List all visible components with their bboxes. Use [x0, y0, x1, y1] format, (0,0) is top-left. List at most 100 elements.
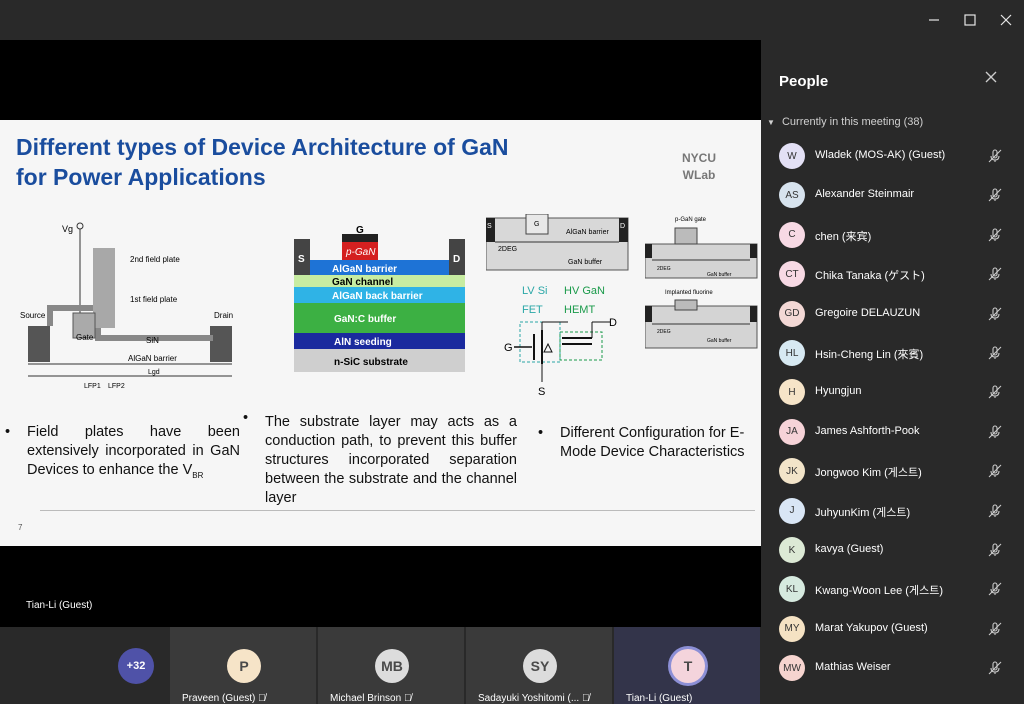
svg-text:GaN buffer: GaN buffer [707, 272, 732, 278]
shared-slide: Different types of Device Architecture o… [0, 120, 761, 546]
people-list-item[interactable]: GD Gregoire DELAUZUN [761, 296, 1024, 335]
fig3-d-label: D [620, 223, 625, 230]
fig3-buffer-label: GaN buffer [568, 259, 603, 266]
person-name: Mathias Weiser [815, 661, 891, 674]
fig4-pgan-label: p-GaN gate [675, 217, 707, 223]
mic-off-icon[interactable] [987, 306, 1003, 322]
mic-off-icon[interactable] [987, 621, 1003, 637]
person-name: Kwang-Woon Lee (게스트) [815, 585, 943, 598]
close-panel-icon[interactable] [985, 70, 997, 88]
fig3-g-label: G [534, 221, 539, 228]
brand-line1: NYCU [682, 151, 717, 165]
fig3-circuit-d: D [609, 317, 617, 329]
participant-name: Sadayuki Yoshitomi (... 🎙̸ [478, 693, 590, 704]
participant-tile[interactable]: T Tian-Li (Guest) [614, 627, 760, 704]
svg-text:2DEG: 2DEG [657, 266, 671, 272]
people-list-item[interactable]: KL Kwang-Woon Lee (게스트) [761, 571, 1024, 610]
fig3-hv-label: HV GaN [564, 285, 605, 297]
maximize-icon[interactable] [958, 8, 982, 32]
fig3-2deg-label: 2DEG [498, 246, 517, 253]
mic-off-icon[interactable] [987, 424, 1003, 440]
participant-tile[interactable]: MB Michael Brinson 🎙̸ [318, 627, 464, 704]
fig3-s-label: S [487, 223, 492, 230]
avatar: MY [779, 615, 805, 642]
mic-off-icon[interactable] [987, 266, 1003, 282]
people-list-item[interactable]: J JuhyunKim (게스트) [761, 493, 1024, 532]
fig3-circuit-s: S [538, 386, 545, 398]
avatar: KL [779, 576, 805, 603]
avatar: C [779, 221, 805, 248]
fig2-layer-0: AlGaN barrier [332, 264, 397, 275]
people-list-item[interactable]: MY Marat Yakupov (Guest) [761, 611, 1024, 650]
person-name: Gregoire DELAUZUN [815, 306, 921, 319]
fig1-sin-label: SiN [146, 336, 159, 345]
mic-off-icon[interactable] [987, 660, 1003, 676]
mic-off-icon[interactable] [987, 503, 1003, 519]
person-name: Hsin-Cheng Lin (來賓) [815, 349, 924, 361]
mic-off-icon[interactable] [987, 345, 1003, 361]
mic-off-icon[interactable] [987, 227, 1003, 243]
fig2-s-label: S [298, 254, 305, 265]
fig2-layer-1: GaN channel [332, 277, 393, 288]
people-list-item[interactable]: CT Chika Tanaka (ゲスト) [761, 256, 1024, 295]
slide-page-number: 7 [18, 523, 23, 532]
minimize-icon[interactable] [922, 8, 946, 32]
people-list-item[interactable]: JA James Ashforth-Pook [761, 414, 1024, 453]
fig3-hemt-label: HEMT [564, 304, 595, 316]
mic-off-icon[interactable] [987, 187, 1003, 203]
bullet-emode: • Different Configuration for E-Mode Dev… [538, 425, 745, 460]
fig3-barrier-label: AlGaN barrier [566, 229, 609, 236]
close-icon[interactable] [994, 8, 1018, 32]
panel-title: People [779, 73, 829, 90]
mic-off-icon[interactable] [987, 463, 1003, 479]
mic-off-icon: 🎙̸ [581, 693, 590, 704]
avatar: H [779, 379, 805, 406]
participant-tile[interactable]: SY Sadayuki Yoshitomi (... 🎙̸ [466, 627, 612, 704]
bullet-1-sub: BR [192, 470, 204, 480]
participant-name: Tian-Li (Guest) [626, 693, 693, 704]
person-name: Hyungjun [815, 385, 862, 398]
person-name: Wladek (MOS-AK) (Guest) [815, 149, 946, 161]
bullet-2-text: The substrate layer may acts as a conduc… [265, 414, 517, 506]
people-list-item[interactable]: W Wladek (MOS-AK) (Guest) [761, 138, 1024, 177]
person-name: Chika Tanaka (ゲスト) [815, 270, 925, 283]
person-name: chen (来宾) [815, 230, 872, 243]
title-bar [0, 0, 1024, 40]
cascode-diagram: S D G AlGaN barrier 2DEG GaN buffer LV S… [486, 214, 629, 398]
people-list-item[interactable]: AS Alexander Steinmair [761, 177, 1024, 216]
fig2-d-label: D [453, 254, 460, 265]
mic-off-icon[interactable] [987, 581, 1003, 597]
fig1-gate-label: Gate [76, 333, 94, 342]
fig2-g-label: G [356, 225, 364, 236]
person-name: Alexander Steinmair [815, 188, 915, 201]
participant-tile[interactable]: P Praveen (Guest) 🎙̸ [170, 627, 316, 704]
fig1-barrier-label: AlGaN barrier [128, 354, 177, 363]
mic-off-icon[interactable] [987, 148, 1003, 164]
avatar: J [779, 497, 805, 524]
fig1-source-label: Source [20, 311, 46, 320]
people-list-item[interactable]: H Hyungjun [761, 374, 1024, 413]
bullet-3-text: Different Configuration for E-Mode Devic… [560, 425, 745, 460]
fig1-fp2-label: 2nd field plate [130, 255, 180, 264]
avatar: MW [779, 655, 805, 682]
fig1-lfp2-label: LFP2 [108, 383, 125, 390]
avatar: GD [779, 300, 805, 327]
fig2-layer-5: n-SiC substrate [334, 357, 408, 368]
people-list-item[interactable]: Kkavya (Guest) [761, 532, 1024, 571]
fig3-fet-label: FET [522, 304, 543, 316]
fig3-lv-label: LV Si [522, 285, 547, 297]
people-list-item[interactable]: HL Hsin-Cheng Lin (來賓) [761, 335, 1024, 374]
person-name: James Ashforth-Pook [815, 424, 920, 437]
mic-off-icon[interactable] [987, 542, 1003, 558]
people-list-item[interactable]: JK Jongwoo Kim (게스트) [761, 453, 1024, 492]
people-panel: People ▼ Currently in this meeting (38) … [761, 40, 1024, 704]
fig1-lgd-label: Lgd [148, 369, 160, 376]
layer-stack-diagram: G p-GaN S D AlGaN barrier GaN channel Al… [294, 225, 465, 372]
meeting-section-toggle[interactable]: ▼ Currently in this meeting (38) [767, 116, 923, 128]
people-list-item[interactable]: MW Mathias Weiser [761, 650, 1024, 689]
more-participants-button[interactable]: +32 [118, 648, 154, 684]
fig1-drain-label: Drain [214, 311, 233, 320]
people-list-item[interactable]: Cchen (来宾) [761, 217, 1024, 256]
mic-off-icon[interactable] [987, 384, 1003, 400]
chevron-down-icon: ▼ [767, 118, 775, 127]
